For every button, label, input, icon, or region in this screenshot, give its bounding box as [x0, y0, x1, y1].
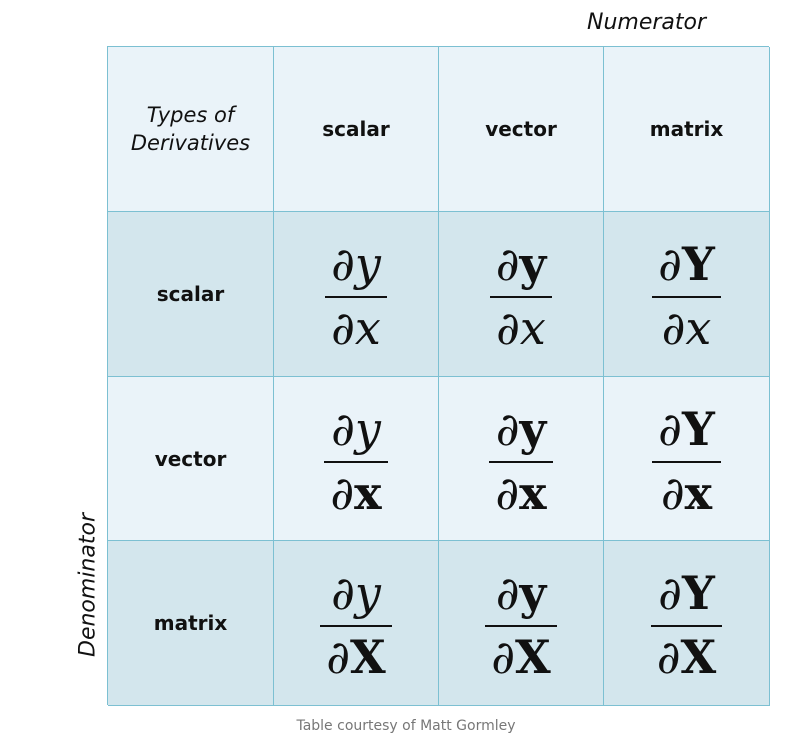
derivative-fraction: ∂y ∂X	[320, 567, 392, 683]
fraction-numerator: ∂y	[495, 566, 547, 620]
fraction-numerator: ∂Y	[658, 401, 715, 456]
fraction-numerator: ∂y	[331, 566, 381, 620]
fraction-denominator: ∂x	[330, 465, 382, 520]
fraction-bar	[489, 296, 553, 298]
fraction-denominator: ∂x	[495, 465, 547, 520]
fraction-bar	[650, 625, 723, 627]
fraction-denominator: ∂X	[656, 630, 717, 684]
row-header-label: scalar	[156, 282, 225, 306]
fraction-bar	[489, 460, 553, 463]
derivative-cell: ∂y ∂x	[274, 377, 439, 541]
row-header-scalar: scalar	[108, 212, 274, 377]
fraction-numerator: ∂Y	[658, 237, 715, 291]
derivative-fraction: ∂Y ∂X	[650, 566, 723, 684]
fraction-denominator: ∂X	[326, 630, 386, 684]
column-header-label: matrix	[649, 117, 724, 141]
row-header-label: vector	[154, 446, 227, 471]
derivative-cell: ∂y ∂x	[439, 212, 604, 377]
fraction-numerator: ∂y	[495, 401, 547, 456]
derivative-types-slide: Numerator Denominator Types of Derivativ…	[0, 0, 812, 748]
row-header-vector: vector	[108, 377, 274, 541]
column-header-vector: vector	[439, 47, 604, 212]
derivative-cell: ∂Y ∂X	[604, 541, 770, 706]
column-header-scalar: scalar	[274, 47, 439, 212]
fraction-bar	[324, 460, 388, 463]
derivative-fraction: ∂y ∂x	[489, 401, 553, 520]
fraction-bar	[320, 625, 392, 627]
derivative-fraction: ∂y ∂x	[324, 401, 388, 520]
derivative-cell: ∂y ∂x	[274, 212, 439, 377]
column-header-label: vector	[485, 117, 557, 141]
column-header-label: scalar	[322, 117, 390, 141]
denominator-axis-label: Denominator	[75, 513, 101, 657]
fraction-numerator: ∂y	[331, 237, 381, 291]
derivative-cell: ∂Y ∂x	[604, 377, 770, 541]
fraction-bar	[652, 460, 721, 463]
derivative-cell: ∂y ∂X	[439, 541, 604, 706]
column-header-matrix: matrix	[604, 47, 770, 212]
fraction-bar	[652, 296, 721, 298]
derivative-cell: ∂Y ∂x	[604, 212, 770, 377]
derivative-cell: ∂y ∂X	[274, 541, 439, 706]
numerator-axis-label: Numerator	[587, 10, 707, 35]
derivative-types-table: Types of Derivatives scalar vector matri…	[107, 46, 770, 706]
derivative-fraction: ∂y ∂x	[489, 237, 553, 355]
row-header-label: matrix	[153, 611, 228, 635]
derivative-fraction: ∂Y ∂x	[652, 238, 721, 354]
corner-title-line2: Derivatives	[130, 131, 251, 155]
derivative-cell: ∂y ∂x	[439, 377, 604, 541]
fraction-denominator: ∂x	[496, 301, 546, 355]
fraction-denominator: ∂x	[661, 301, 712, 355]
derivative-fraction: ∂Y ∂x	[652, 403, 721, 519]
fraction-bar	[325, 296, 387, 298]
fraction-numerator: ∂Y	[658, 566, 715, 620]
corner-title-line1: Types of	[146, 103, 235, 127]
table-credit: Table courtesy of Matt Gormley	[296, 718, 516, 734]
fraction-bar	[485, 625, 557, 627]
fraction-denominator: ∂x	[660, 465, 713, 520]
derivative-fraction: ∂y ∂x	[325, 238, 387, 354]
table-corner-cell: Types of Derivatives	[108, 47, 274, 212]
fraction-numerator: ∂y	[331, 401, 381, 456]
row-header-matrix: matrix	[108, 541, 274, 706]
corner-title: Types of Derivatives	[131, 101, 250, 157]
fraction-denominator: ∂x	[331, 301, 381, 355]
derivative-fraction: ∂y ∂X	[485, 567, 557, 683]
fraction-denominator: ∂X	[491, 630, 551, 684]
fraction-numerator: ∂y	[495, 237, 547, 291]
